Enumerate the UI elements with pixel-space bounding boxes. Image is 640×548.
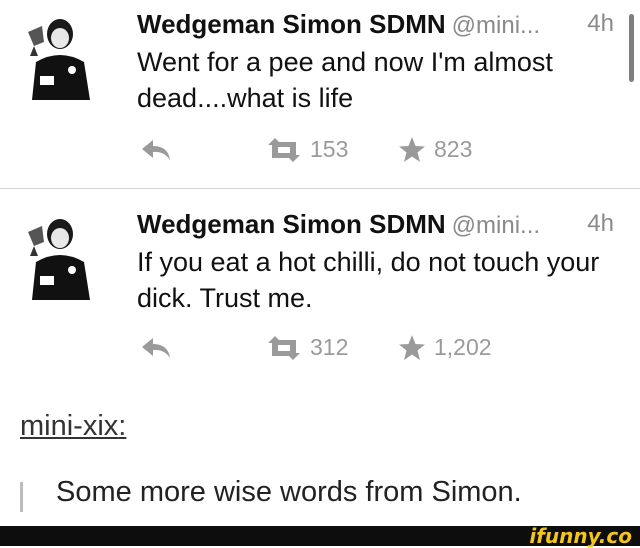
author-handle[interactable]: @mini... <box>452 212 540 239</box>
author-handle[interactable]: @mini... <box>452 12 540 39</box>
retweet-count: 153 <box>310 136 349 162</box>
tweet-actions: 312 1,202 <box>0 334 640 364</box>
author-name[interactable]: Wedgeman Simon SDMN <box>137 9 446 39</box>
watermark-logo: ifunny.co <box>529 524 632 548</box>
divider <box>0 188 640 189</box>
favorite-button[interactable]: 1,202 <box>398 334 492 361</box>
tweet-2[interactable]: Wedgeman Simon SDMN @mini... 4h If you ea… <box>0 200 640 390</box>
retweet-icon <box>268 335 300 360</box>
reply-button[interactable] <box>140 138 172 162</box>
tweet-time: 4h <box>587 10 614 37</box>
quote-text: Some more wise words from Simon. <box>56 476 522 508</box>
tweet-text: Went for a pee and now I'm almost dead..… <box>137 47 553 113</box>
tweet-actions: 153 823 <box>0 136 640 166</box>
footer-bar: ifunny.co <box>0 524 640 548</box>
avatar[interactable] <box>20 12 98 100</box>
retweet-icon <box>268 137 300 162</box>
favorite-button[interactable]: 823 <box>398 136 472 163</box>
poster-username[interactable]: mini-xix <box>20 410 118 442</box>
tweet-time: 4h <box>587 210 614 237</box>
retweet-button[interactable]: 312 <box>266 334 348 361</box>
tweet-1[interactable]: Wedgeman Simon SDMN @mini... 4h Went for … <box>0 0 640 188</box>
star-icon <box>399 334 425 360</box>
reply-icon <box>142 140 170 160</box>
tweet-text: If you eat a hot chilli, do not touch yo… <box>137 247 600 313</box>
reply-button[interactable] <box>140 336 172 360</box>
star-icon <box>399 136 425 162</box>
reply-icon <box>142 338 170 358</box>
poster-colon: : <box>118 410 127 442</box>
retweet-button[interactable]: 153 <box>266 136 348 163</box>
retweet-count: 312 <box>310 334 349 360</box>
tweet-header: Wedgeman Simon SDMN @mini... <box>137 208 540 242</box>
tweet-header: Wedgeman Simon SDMN @mini... <box>137 8 540 42</box>
poster-name[interactable]: mini-xix: <box>20 410 126 443</box>
author-name[interactable]: Wedgeman Simon SDMN <box>137 209 446 239</box>
avatar[interactable] <box>20 212 98 300</box>
favorite-count: 823 <box>434 136 473 162</box>
favorite-count: 1,202 <box>434 334 492 360</box>
scrollbar[interactable] <box>629 14 634 82</box>
quote-bar <box>20 482 23 512</box>
